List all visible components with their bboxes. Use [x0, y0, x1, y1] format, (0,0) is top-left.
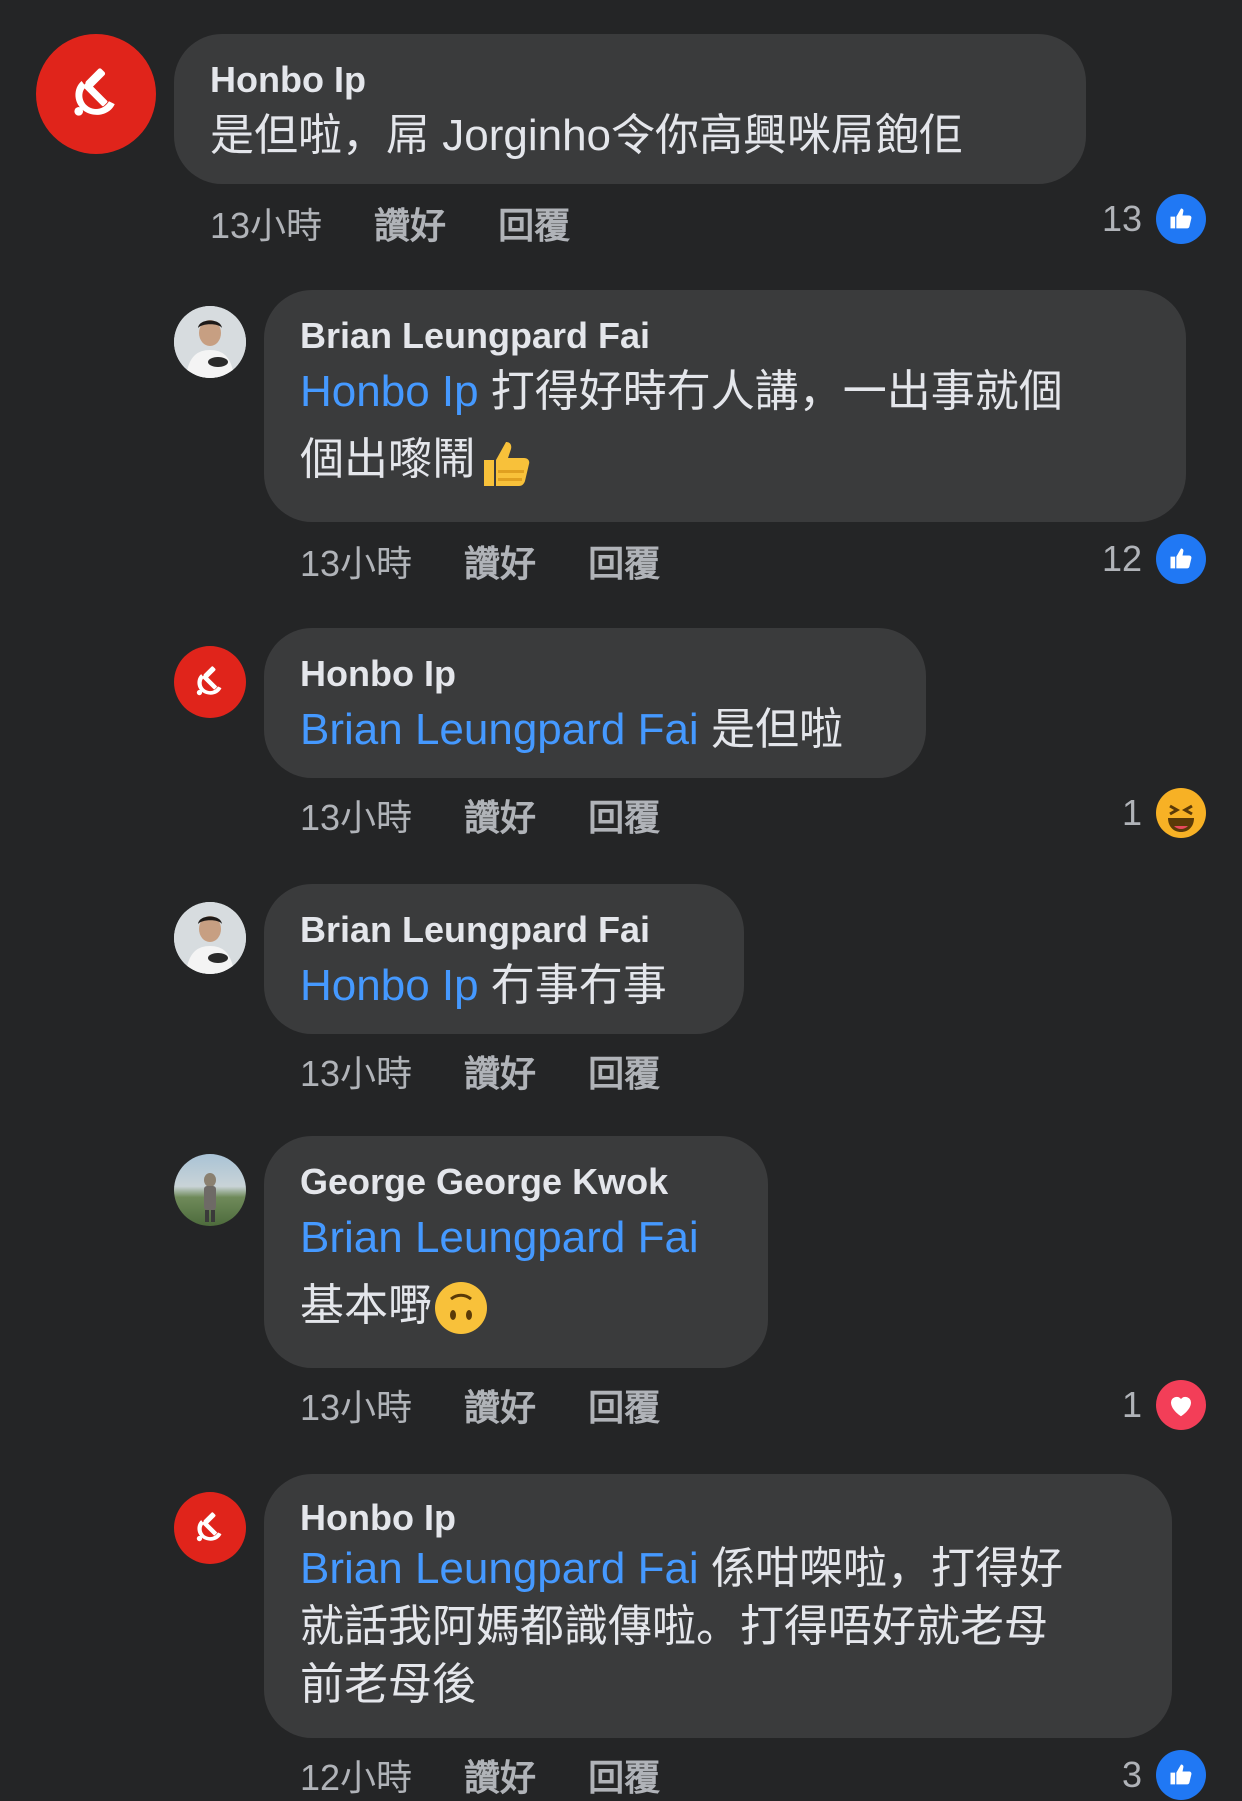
comment-actions: 13小時 讚好 回覆 [210, 198, 622, 248]
like-button[interactable]: 讚好 [464, 535, 536, 587]
like-button[interactable]: 讚好 [374, 197, 446, 249]
comment-bubble: Honbo Ip Brian Leungpard Fai 是但啦 [264, 628, 926, 778]
like-button[interactable]: 讚好 [464, 1379, 536, 1431]
comment-actions: 12小時 讚好 回覆 [300, 1750, 712, 1800]
comment-time[interactable]: 13小時 [300, 535, 412, 587]
comment-text-line-2: 就話我阿媽都識傳啦。打得唔好就老母 [300, 1602, 1048, 1651]
comment-time[interactable]: 13小時 [300, 1045, 412, 1097]
reaction-summary[interactable]: 1 [1122, 788, 1206, 838]
love-reaction-icon [1156, 1380, 1206, 1430]
reply-button[interactable]: 回覆 [588, 1749, 660, 1801]
comment-bubble: Brian Leungpard Fai Honbo Ip 冇事冇事 [264, 884, 744, 1034]
comment-author[interactable]: Honbo Ip [300, 1496, 1136, 1540]
reaction-count: 12 [1101, 538, 1142, 579]
comment-actions: 13小時 讚好 回覆 [300, 1380, 712, 1430]
reply-button[interactable]: 回覆 [588, 1045, 660, 1097]
like-reaction-icon [1156, 194, 1206, 244]
reply-button[interactable]: 回覆 [588, 789, 660, 841]
comment-text-line-3: 前老母後 [300, 1660, 476, 1709]
comment-author[interactable]: Brian Leungpard Fai [300, 908, 708, 952]
comment-text-line-2: 個出嚟鬧 [300, 426, 1150, 494]
reaction-summary[interactable]: 13 [1102, 194, 1206, 244]
comment-actions: 13小時 讚好 回覆 [300, 1046, 712, 1096]
avatar-brian-leungpard-fai[interactable] [174, 902, 246, 974]
hammer-sickle-icon [60, 58, 132, 130]
hammer-sickle-icon [188, 660, 232, 704]
comment-text: Brian Leungpard Fai 是但啦 [300, 705, 843, 754]
comment-author[interactable]: George George Kwok [300, 1160, 732, 1204]
upside-down-face-emoji-icon [435, 1282, 487, 1335]
like-button[interactable]: 讚好 [464, 1749, 536, 1801]
comment-bubble: Honbo Ip Brian Leungpard Fai 係咁㗎啦，打得好 就話… [264, 1474, 1172, 1738]
comment-bubble: Brian Leungpard Fai Honbo Ip 打得好時冇人講，一出事… [264, 290, 1186, 522]
mention-link[interactable]: Brian Leungpard Fai [300, 1544, 699, 1593]
like-reaction-icon [1156, 534, 1206, 584]
reaction-summary[interactable]: 12 [1102, 534, 1206, 584]
avatar-honbo-ip[interactable] [174, 646, 246, 718]
reaction-count: 13 [1101, 198, 1142, 239]
haha-reaction-icon [1156, 788, 1206, 838]
thumbs-up-emoji-icon [484, 442, 530, 487]
comment-bubble: Honbo Ip 是但啦，屌 Jorginho令你高興咪屌飽佢 [174, 34, 1086, 184]
hammer-sickle-icon [188, 1506, 232, 1550]
comment-actions: 13小時 讚好 回覆 [300, 790, 712, 840]
comment-time[interactable]: 13小時 [300, 789, 412, 841]
comment-text-line-2: 基本嘢 [300, 1272, 732, 1340]
like-reaction-icon [1156, 1750, 1206, 1800]
reply-button[interactable]: 回覆 [588, 535, 660, 587]
comment-author[interactable]: Honbo Ip [300, 652, 890, 696]
comment-text: Honbo Ip 打得好時冇人講，一出事就個 [300, 367, 1063, 416]
comment-author[interactable]: Brian Leungpard Fai [300, 314, 1150, 358]
comment-bubble: George George Kwok Brian Leungpard Fai 基… [264, 1136, 768, 1368]
reaction-count: 3 [1121, 1754, 1142, 1795]
profile-photo-icon [174, 306, 246, 378]
avatar-brian-leungpard-fai[interactable] [174, 306, 246, 378]
reply-button[interactable]: 回覆 [498, 197, 570, 249]
avatar-honbo-ip[interactable] [36, 34, 156, 154]
profile-photo-icon [204, 1173, 216, 1222]
comment-author[interactable]: Honbo Ip [210, 58, 1050, 102]
comment-text: Brian Leungpard Fai 係咁㗎啦，打得好 [300, 1544, 1063, 1593]
like-button[interactable]: 讚好 [464, 1045, 536, 1097]
comment-text: 是但啦，屌 Jorginho令你高興咪屌飽佢 [210, 111, 964, 160]
profile-photo-icon [174, 902, 246, 974]
reaction-count: 1 [1121, 1384, 1142, 1425]
reaction-summary[interactable]: 1 [1122, 1380, 1206, 1430]
mention-link[interactable]: Brian Leungpard Fai [300, 705, 699, 754]
comment-time[interactable]: 12小時 [300, 1749, 412, 1801]
comment-text: Honbo Ip 冇事冇事 [300, 961, 667, 1010]
mention-link[interactable]: Honbo Ip [300, 961, 479, 1010]
comment-time[interactable]: 13小時 [210, 197, 322, 249]
reaction-count: 1 [1121, 792, 1142, 833]
mention-link[interactable]: Honbo Ip [300, 367, 479, 416]
avatar-honbo-ip[interactable] [174, 1492, 246, 1564]
avatar-george-george-kwok[interactable] [174, 1154, 246, 1226]
comment-actions: 13小時 讚好 回覆 [300, 536, 712, 586]
reply-button[interactable]: 回覆 [588, 1379, 660, 1431]
like-button[interactable]: 讚好 [464, 789, 536, 841]
comment-text: Brian Leungpard Fai [300, 1204, 732, 1272]
comment-time[interactable]: 13小時 [300, 1379, 412, 1431]
mention-link[interactable]: Brian Leungpard Fai [300, 1213, 699, 1262]
reaction-summary[interactable]: 3 [1122, 1750, 1206, 1800]
